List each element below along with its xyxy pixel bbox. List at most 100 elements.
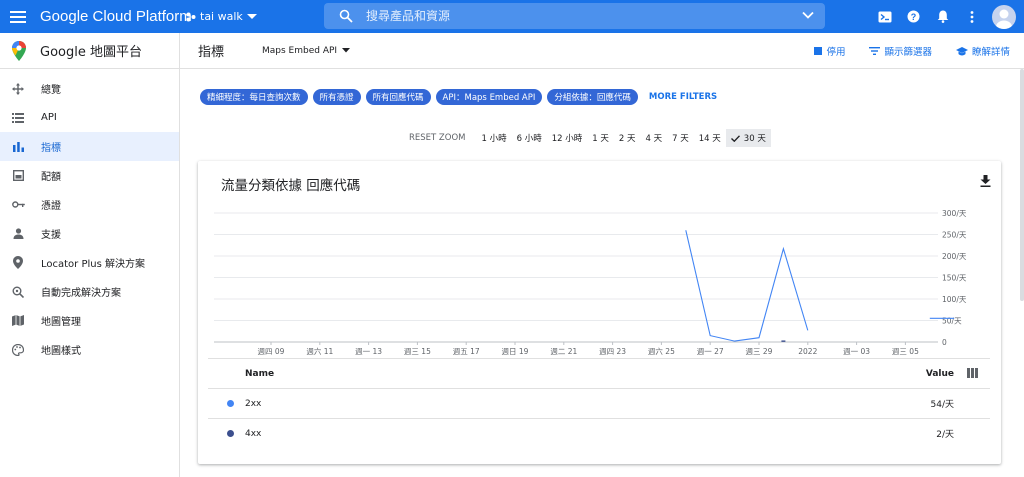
dropdown-arrow-icon xyxy=(342,48,351,53)
more-vert-icon[interactable] xyxy=(957,0,986,33)
search-icon xyxy=(339,9,353,23)
search-expand-icon[interactable] xyxy=(801,8,815,22)
filter-chip-group-by[interactable]: 分組依據：回應代碼 xyxy=(547,89,638,105)
filter-bar: 精細程度：每日查詢次數 所有憑證 所有回應代碼 API：Maps Embed A… xyxy=(200,89,717,105)
x-tick-label: 週四 09 xyxy=(258,347,285,356)
chevron-down-icon xyxy=(246,13,257,19)
card-title: 流量分類依據 回應代碼 xyxy=(221,178,361,194)
x-tick-label: 週三 05 xyxy=(892,347,919,356)
search-location-icon xyxy=(11,285,25,299)
table-row[interactable]: 2xx 54/天 xyxy=(208,388,990,418)
x-tick-label: 2022 xyxy=(798,347,817,356)
range-30d[interactable]: 30 天 xyxy=(725,129,771,147)
sidebar-item-label: 指標 xyxy=(41,143,61,154)
help-icon[interactable]: ? xyxy=(899,0,928,33)
sidebar-item-support[interactable]: 支援 xyxy=(0,219,179,248)
x-tick-label: 週日 19 xyxy=(502,347,529,356)
sidebar-item-label: API xyxy=(41,112,57,123)
menu-icon[interactable] xyxy=(0,0,36,33)
sidebar-header: Google 地圖平台 xyxy=(0,33,179,69)
x-tick-label: 週三 15 xyxy=(404,347,431,356)
reset-zoom-button[interactable]: RESET ZOOM xyxy=(404,129,470,147)
account-avatar[interactable] xyxy=(992,4,1016,29)
sidebar-item-credentials[interactable]: 憑證 xyxy=(0,190,179,219)
move-icon xyxy=(11,82,25,96)
series-color-dot xyxy=(227,430,234,437)
y-tick-label: 300/天 xyxy=(942,209,967,218)
map-pin-icon xyxy=(11,256,25,270)
range-12h[interactable]: 12 小時 xyxy=(547,129,588,147)
learn-more-button[interactable]: 瞭解詳情 xyxy=(955,44,1010,58)
sidebar-item-overview[interactable]: 總覽 xyxy=(0,74,179,103)
filter-chip-granularity[interactable]: 精細程度：每日查詢次數 xyxy=(200,89,308,105)
cloud-shell-icon[interactable] xyxy=(870,0,899,33)
quota-icon xyxy=(11,169,25,183)
sidebar-item-label: 憑證 xyxy=(41,201,61,212)
series-value: 2/天 xyxy=(936,430,954,440)
sidebar-item-label: 配額 xyxy=(41,172,61,183)
x-tick-label: 週六 25 xyxy=(648,346,675,356)
map-icon xyxy=(11,314,25,328)
sidebar-item-quotas[interactable]: 配額 xyxy=(0,161,179,190)
sidebar-item-metrics[interactable]: 指標 xyxy=(0,132,179,161)
range-2d[interactable]: 2 天 xyxy=(614,129,641,147)
range-4d[interactable]: 4 天 xyxy=(641,129,668,147)
notifications-icon[interactable] xyxy=(928,0,957,33)
y-tick-label: 100/天 xyxy=(942,295,967,304)
school-icon xyxy=(955,46,968,55)
bar-chart-icon xyxy=(11,140,25,154)
sidebar-item-map-management[interactable]: 地圖管理 xyxy=(0,306,179,335)
x-tick-label: 週一 27 xyxy=(697,347,724,356)
sidebar-item-label: 地圖樣式 xyxy=(41,346,81,357)
sidebar-item-locator-plus[interactable]: Locator Plus 解決方案 xyxy=(0,248,179,277)
search-input[interactable] xyxy=(366,9,786,23)
key-icon xyxy=(11,198,25,212)
show-filters-button[interactable]: 顯示篩選器 xyxy=(869,44,932,58)
download-icon[interactable] xyxy=(980,175,991,187)
y-tick-label: 250/天 xyxy=(942,231,967,240)
page-title: 指標 xyxy=(198,45,225,60)
column-header-name[interactable]: Name xyxy=(245,369,274,379)
stop-icon xyxy=(814,47,823,55)
sidebar-item-label: 總覽 xyxy=(41,85,61,96)
range-7d[interactable]: 7 天 xyxy=(667,129,694,147)
api-selector[interactable]: Maps Embed API xyxy=(262,45,351,56)
sidebar-item-map-styles[interactable]: 地圖樣式 xyxy=(0,335,179,364)
search-bar[interactable] xyxy=(324,3,825,29)
sidebar-item-api[interactable]: API xyxy=(0,103,179,132)
column-header-value[interactable]: Value xyxy=(926,369,954,379)
project-selector[interactable]: tai walk xyxy=(186,10,314,23)
palette-icon xyxy=(11,343,25,357)
range-6h[interactable]: 6 小時 xyxy=(512,129,547,147)
range-1h[interactable]: 1 小時 xyxy=(476,129,511,147)
time-range-selector: RESET ZOOM 1 小時 6 小時 12 小時 1 天 2 天 4 天 7… xyxy=(404,129,771,147)
check-icon xyxy=(730,134,740,142)
sidebar-nav: 總覽 API 指標 配額 憑證 支援 Locator Plus 解決方案 自動完… xyxy=(0,74,179,364)
api-selector-value: Maps Embed API xyxy=(262,45,338,56)
series-value: 54/天 xyxy=(930,400,955,410)
table-row[interactable]: 4xx 2/天 xyxy=(208,418,990,448)
disable-api-button[interactable]: 停用 xyxy=(814,44,845,58)
x-tick-label: 週一 03 xyxy=(843,347,870,356)
sidebar: Google 地圖平台 總覽 API 指標 配額 憑證 支援 Locator P… xyxy=(0,33,180,477)
traffic-line-chart: 050/天100/天150/天200/天250/天300/天週四 09 週六 11… xyxy=(214,209,967,356)
sidebar-item-label: Locator Plus 解決方案 xyxy=(41,259,146,270)
filter-chip-credentials[interactable]: 所有憑證 xyxy=(312,89,361,105)
filter-chip-api[interactable]: API：Maps Embed API xyxy=(435,89,543,105)
column-selector-icon[interactable] xyxy=(967,368,978,378)
filter-list-icon xyxy=(869,47,881,55)
sidebar-item-autocomplete[interactable]: 自動完成解決方案 xyxy=(0,277,179,306)
table-header-row: Name Value xyxy=(208,358,990,388)
y-tick-label: 150/天 xyxy=(942,274,967,283)
sidebar-item-label: 地圖管理 xyxy=(41,317,81,328)
traffic-chart-card: 流量分類依據 回應代碼 0 50/天 100/天 150/天 200/天 250/天 300… xyxy=(198,161,1001,464)
page-scrollbar[interactable] xyxy=(1020,69,1024,301)
range-14d[interactable]: 14 天 xyxy=(694,129,726,147)
series-line-2xx xyxy=(685,230,809,342)
range-1d[interactable]: 1 天 xyxy=(587,129,614,147)
list-icon xyxy=(11,111,25,125)
product-name[interactable]: Google Cloud Platform xyxy=(40,8,192,25)
filter-chip-response-codes[interactable]: 所有回應代碼 xyxy=(365,89,431,105)
x-tick-label: 週三 29 xyxy=(746,347,773,356)
more-filters-button[interactable]: MORE FILTERS xyxy=(649,92,717,102)
